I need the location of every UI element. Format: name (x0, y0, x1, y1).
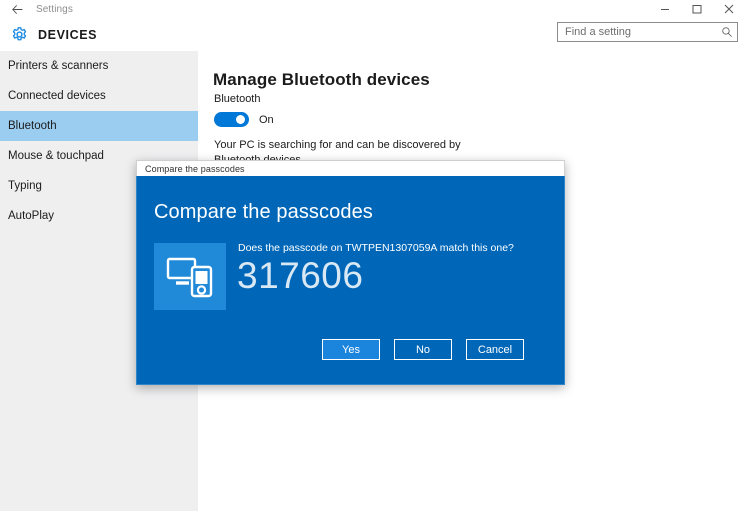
dialog-titlebar-text: Compare the passcodes (145, 163, 245, 174)
page-section-title: DEVICES (38, 27, 98, 42)
pc-and-phone-icon-glyph (166, 257, 213, 297)
sidebar-item-bluetooth[interactable]: Bluetooth (0, 111, 198, 141)
sidebar-item-label: Typing (8, 180, 42, 192)
window-title: Settings (36, 3, 73, 15)
sidebar-item-connected-devices[interactable]: Connected devices (0, 81, 198, 111)
search-icon-glyph (722, 27, 732, 37)
gear-icon-glyph (12, 27, 26, 41)
page-title: Manage Bluetooth devices (213, 70, 430, 90)
yes-button[interactable]: Yes (320, 337, 382, 362)
maximize-button[interactable] (681, 0, 713, 18)
window-controls (649, 0, 745, 18)
no-button[interactable]: No (394, 339, 452, 360)
window-titlebar: Settings (0, 0, 745, 18)
minimize-icon (661, 9, 669, 10)
toggle-knob (236, 115, 245, 124)
dialog-button-row: Yes No Cancel (320, 337, 524, 362)
back-arrow-icon (11, 4, 22, 14)
passcode-value: 317606 (237, 255, 364, 296)
bluetooth-toggle[interactable] (214, 112, 249, 127)
search-box[interactable] (557, 22, 738, 42)
dialog-body: Compare the passcodes Does the passcode … (136, 176, 565, 385)
pc-and-phone-icon (154, 243, 226, 310)
sidebar-item-label: Bluetooth (8, 120, 57, 132)
close-button[interactable] (713, 0, 745, 18)
back-button[interactable] (0, 0, 34, 18)
dialog-heading: Compare the passcodes (154, 201, 373, 223)
sidebar-item-label: Printers & scanners (8, 60, 109, 72)
bluetooth-toggle-row: On (214, 112, 274, 127)
cancel-button[interactable]: Cancel (466, 339, 524, 360)
dialog-titlebar: Compare the passcodes (136, 160, 565, 176)
sidebar-item-label: Mouse & touchpad (8, 150, 104, 162)
sidebar-item-printers-scanners[interactable]: Printers & scanners (0, 51, 198, 81)
sidebar-item-label: Connected devices (8, 90, 106, 102)
close-icon (724, 4, 734, 14)
gear-icon (0, 26, 38, 43)
bluetooth-label: Bluetooth (214, 93, 261, 105)
bluetooth-toggle-state: On (259, 113, 274, 126)
sidebar-item-label: AutoPlay (8, 210, 55, 222)
minimize-button[interactable] (649, 0, 681, 18)
passcode-question: Does the passcode on TWTPEN1307059A matc… (238, 242, 514, 254)
compare-passcodes-dialog: Compare the passcodes Compare the passco… (136, 160, 565, 385)
search-icon[interactable] (717, 26, 737, 38)
maximize-icon (692, 5, 702, 14)
search-input[interactable] (558, 23, 717, 41)
